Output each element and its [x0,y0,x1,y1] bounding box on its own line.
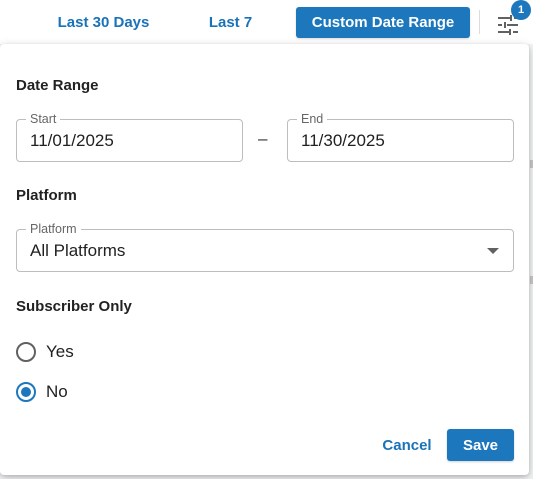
platform-title: Platform [16,187,77,204]
filter-count-badge: 1 [511,0,531,20]
start-date-field[interactable]: Start 11/01/2025 [16,112,243,162]
start-date-value: 11/01/2025 [30,131,114,150]
subscriber-no-radio[interactable]: No [16,380,96,404]
subscriber-yes-label: Yes [46,342,74,361]
save-button[interactable]: Save [447,429,514,461]
end-date-field[interactable]: End 11/30/2025 [287,112,514,162]
custom-date-range-button[interactable]: Custom Date Range [296,7,470,38]
dropdown-arrow-icon [487,248,499,254]
last-7-days-button[interactable]: Last 7 Days [177,7,284,62]
subscriber-no-label: No [46,382,68,401]
cancel-button[interactable]: Cancel [372,429,442,461]
platform-select[interactable]: Platform All Platforms [16,222,514,272]
last-30-days-button[interactable]: Last 30 Days [45,7,162,38]
filter-panel: Date Range Start 11/01/2025 – End 11/30/… [0,44,529,475]
stage: Last 30 Days Last 7 Days Custom Date Ran… [0,0,533,479]
end-date-legend: End [297,112,328,126]
date-separator: – [258,129,268,148]
subscriber-only-title: Subscriber Only [16,298,132,315]
radio-circle [16,382,36,402]
date-range-title: Date Range [16,77,99,94]
start-date-legend: Start [26,112,61,126]
toolbar: Last 30 Days Last 7 Days Custom Date Ran… [0,0,533,62]
toolbar-divider [479,10,480,34]
platform-selected-value: All Platforms [30,241,126,260]
radio-circle [16,342,36,362]
platform-legend: Platform [26,222,81,236]
subscriber-yes-radio[interactable]: Yes [16,340,96,364]
end-date-value: 11/30/2025 [301,131,385,150]
